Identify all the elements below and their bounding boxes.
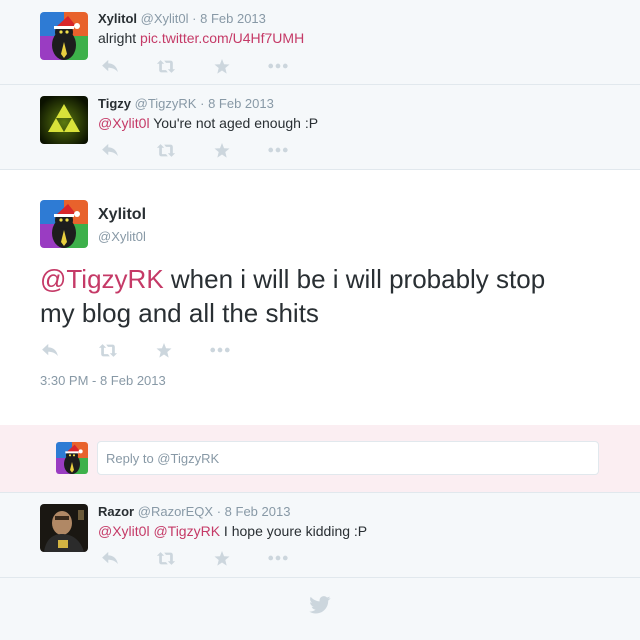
mention-link[interactable]: @TigzyRK (40, 264, 164, 294)
reply-icon[interactable] (98, 57, 122, 75)
timeline-footer (0, 578, 640, 640)
tweet-actions (38, 341, 238, 359)
tweet-text: @Xylit0l You're not aged enough :P (98, 115, 318, 131)
tweet-actions (98, 549, 298, 567)
razor-avatar-image (40, 504, 88, 552)
more-icon[interactable] (266, 141, 290, 159)
mention-link[interactable]: @Xylit0l (98, 115, 150, 131)
retweet-icon[interactable] (96, 341, 120, 359)
tweet-link[interactable]: pic.twitter.com/U4Hf7UMH (140, 30, 304, 46)
tweet-date[interactable]: 8 Feb 2013 (200, 11, 266, 26)
star-icon[interactable] (210, 57, 234, 75)
user-name[interactable]: Xylitol (98, 206, 146, 224)
retweet-icon[interactable] (154, 141, 178, 159)
avatar (56, 442, 88, 474)
avatar[interactable] (40, 504, 88, 552)
tweet-header: Xylitol @Xylit0l · 8 Feb 2013 (98, 11, 266, 26)
more-icon[interactable] (266, 549, 290, 567)
separator-dot: · (200, 96, 205, 111)
tweet-text-line2: my blog and all the shits (40, 298, 319, 328)
user-name[interactable]: Tigzy (98, 96, 131, 111)
mention-link[interactable]: @TigzyRK (153, 523, 220, 539)
star-icon[interactable] (210, 141, 234, 159)
tweet-razor[interactable]: Razor @RazorEQX · 8 Feb 2013 @Xylit0l @T… (0, 493, 640, 578)
xylitol-avatar-image (40, 12, 88, 60)
tweet-tigzy[interactable]: Tigzy @TigzyRK · 8 Feb 2013 @Xylit0l You… (0, 85, 640, 170)
tweet-timestamp[interactable]: 3:30 PM - 8 Feb 2013 (40, 373, 166, 388)
separator-dot: · (216, 504, 222, 519)
tweet-date[interactable]: 8 Feb 2013 (225, 504, 291, 519)
tweet-text: @Xylit0l @TigzyRK I hope youre kidding :… (98, 523, 367, 539)
xylitol-avatar-image (56, 442, 88, 474)
reply-icon[interactable] (38, 341, 62, 359)
tweet-header: Tigzy @TigzyRK · 8 Feb 2013 (98, 96, 274, 111)
tweet-text: @TigzyRK when i will be i will probably … (40, 262, 545, 330)
more-icon[interactable] (266, 57, 290, 75)
tweet-header: Razor @RazorEQX · 8 Feb 2013 (98, 504, 290, 519)
user-handle[interactable]: @RazorEQX (138, 504, 213, 519)
twitter-bird-icon (309, 596, 331, 614)
tweet-actions (98, 141, 298, 159)
avatar[interactable] (40, 12, 88, 60)
reply-input[interactable]: Reply to @TigzyRK (97, 441, 599, 475)
more-icon[interactable] (208, 341, 232, 359)
reply-icon[interactable] (98, 549, 122, 567)
triforce-avatar-image (40, 96, 88, 144)
user-handle[interactable]: @Xylit0l (141, 11, 189, 26)
star-icon[interactable] (152, 341, 176, 359)
main-tweet: Xylitol @Xylit0l @TigzyRK when i will be… (0, 170, 640, 426)
retweet-icon[interactable] (154, 57, 178, 75)
retweet-icon[interactable] (154, 549, 178, 567)
tweet-xylitol[interactable]: Xylitol @Xylit0l · 8 Feb 2013 alright pi… (0, 0, 640, 85)
user-handle[interactable]: @Xylit0l (98, 229, 146, 244)
mention-link[interactable]: @Xylit0l (98, 523, 150, 539)
reply-composer: Reply to @TigzyRK (0, 425, 640, 493)
tweet-actions (98, 57, 298, 75)
avatar[interactable] (40, 200, 88, 248)
tweet-text-body: You're not aged enough :P (149, 115, 319, 131)
xylitol-avatar-image (40, 200, 88, 248)
tweet-text-line1: when i will be i will probably stop (163, 264, 546, 294)
tweet-text-body: I hope youre kidding :P (220, 523, 368, 539)
user-name[interactable]: Xylitol (98, 11, 137, 26)
reply-placeholder: Reply to @TigzyRK (106, 451, 220, 466)
reply-icon[interactable] (98, 141, 122, 159)
tweet-text: alright pic.twitter.com/U4Hf7UMH (98, 30, 304, 46)
avatar[interactable] (40, 96, 88, 144)
tweet-text-body: alright (98, 30, 141, 46)
separator-dot: · (192, 11, 197, 26)
user-name[interactable]: Razor (98, 504, 134, 519)
user-handle[interactable]: @TigzyRK (135, 96, 197, 111)
star-icon[interactable] (210, 549, 234, 567)
tweet-date[interactable]: 8 Feb 2013 (208, 96, 274, 111)
